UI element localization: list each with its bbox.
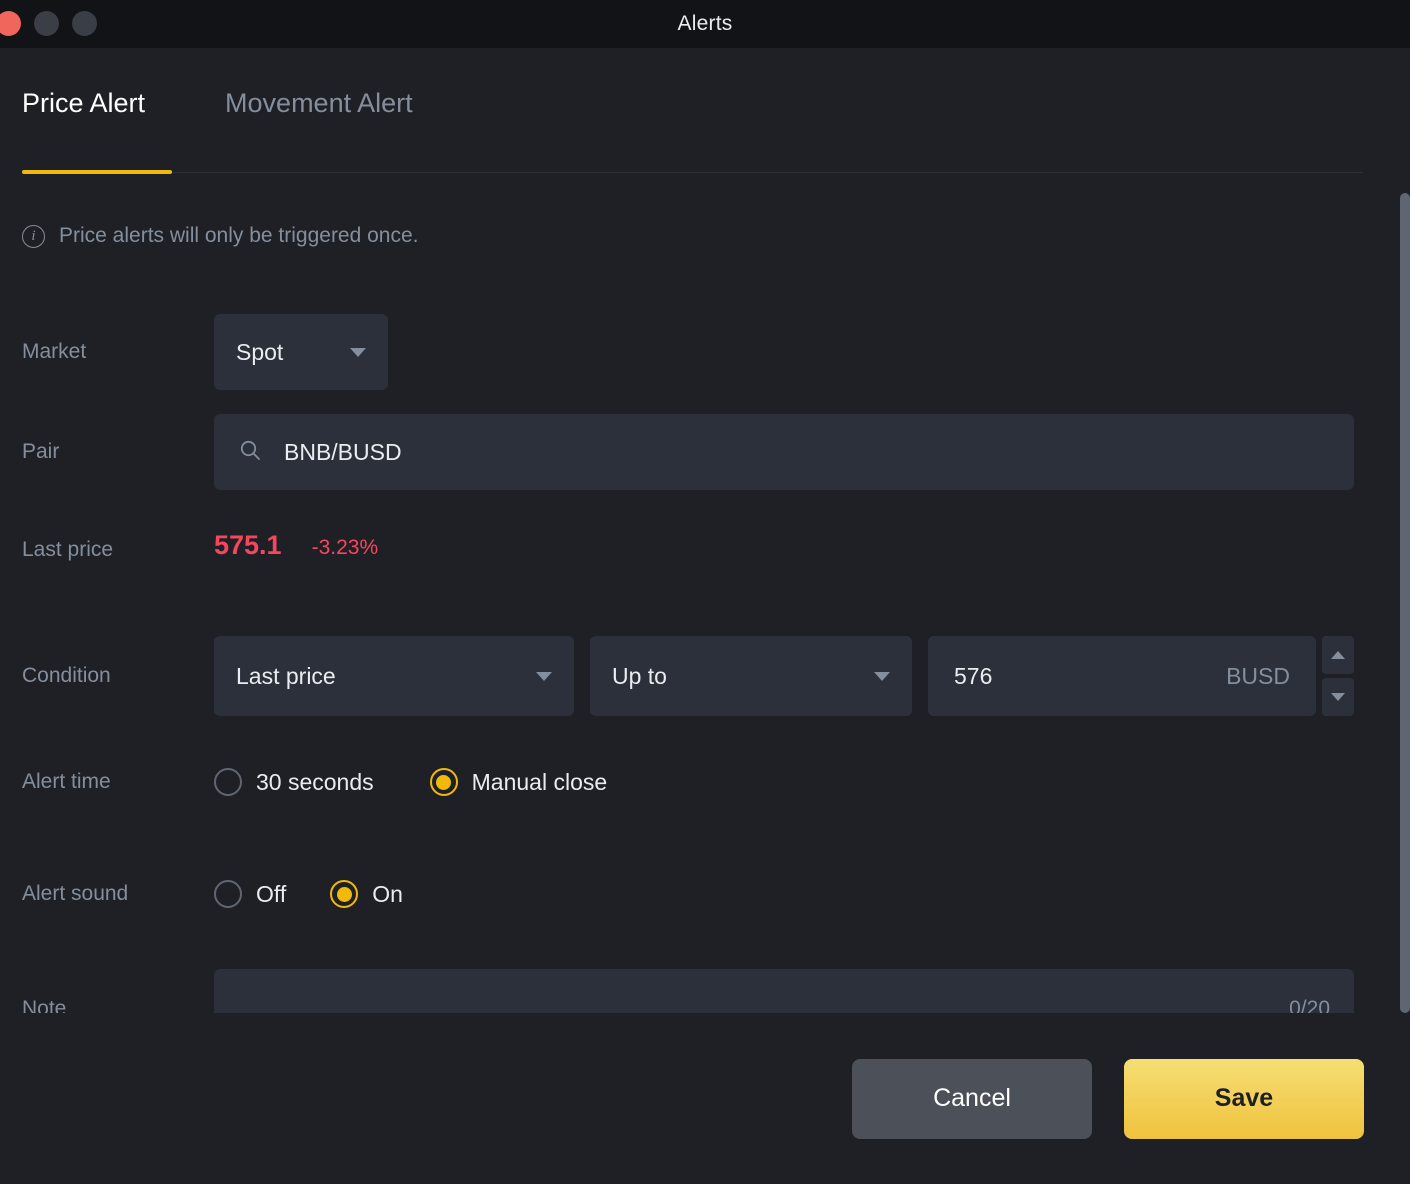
- pair-row: Pair BNB/BUSD: [0, 414, 1410, 490]
- alert-sound-radio-group: Off On: [214, 874, 403, 914]
- market-row: Market Spot: [0, 314, 1410, 390]
- last-price-label: Last price: [22, 538, 114, 561]
- condition-amount-input[interactable]: 576 BUSD: [928, 636, 1316, 716]
- alert-time-option-30-seconds[interactable]: 30 seconds: [214, 768, 374, 796]
- note-row: Note 0/20: [0, 969, 1410, 1014]
- market-label: Market: [22, 340, 87, 363]
- note-character-counter: 0/20: [1289, 997, 1330, 1014]
- condition-type-value: Last price: [236, 662, 336, 689]
- info-icon: i: [22, 224, 45, 248]
- dialog-footer: Cancel Save: [0, 1013, 1410, 1184]
- notice-line: i Price alerts will only be triggered on…: [22, 224, 419, 248]
- last-price-change: -3.23%: [311, 536, 379, 559]
- tab-movement-alert[interactable]: Movement Alert: [225, 90, 413, 121]
- condition-operator-select[interactable]: Up to: [590, 636, 912, 716]
- alert-time-radio-group: 30 seconds Manual close: [214, 762, 607, 802]
- radio-icon[interactable]: [429, 768, 458, 796]
- scrollbar-thumb[interactable]: [1400, 193, 1410, 1013]
- pair-search-input[interactable]: BNB/BUSD: [214, 414, 1354, 490]
- pair-value: BNB/BUSD: [284, 438, 402, 465]
- arrow-down-icon: [1331, 693, 1345, 701]
- market-select-value: Spot: [236, 338, 284, 365]
- arrow-up-icon: [1331, 651, 1345, 659]
- chevron-down-icon: [536, 671, 552, 681]
- radio-icon[interactable]: [214, 880, 242, 908]
- radio-icon[interactable]: [330, 880, 359, 908]
- tab-price-alert[interactable]: Price Alert: [22, 90, 145, 121]
- tab-divider: [22, 172, 1363, 173]
- stepper-increment-button[interactable]: [1322, 636, 1354, 674]
- condition-amount-value: 576: [954, 662, 993, 689]
- radio-icon[interactable]: [214, 768, 242, 796]
- last-price-values: 575.1 -3.23%: [214, 530, 378, 561]
- alert-time-row: Alert time 30 seconds Manual close: [0, 762, 1410, 802]
- tab-bar: Price Alert Movement Alert: [0, 48, 1410, 174]
- alert-time-option-label: Manual close: [471, 768, 608, 795]
- alert-sound-option-on[interactable]: On: [330, 880, 403, 908]
- note-input[interactable]: 0/20: [214, 969, 1354, 1014]
- pair-label: Pair: [22, 440, 60, 463]
- last-price-row: Last price 575.1 -3.23%: [0, 530, 1410, 570]
- alert-sound-option-off[interactable]: Off: [214, 880, 286, 908]
- condition-amount-stepper: [1322, 636, 1354, 716]
- search-icon: [238, 438, 262, 467]
- notice-text: Price alerts will only be triggered once…: [59, 224, 419, 247]
- alert-time-label: Alert time: [22, 770, 111, 793]
- market-select[interactable]: Spot: [214, 314, 388, 390]
- alert-sound-option-label: On: [372, 880, 403, 907]
- condition-row: Condition Last price Up to 576 BUSD: [0, 636, 1410, 716]
- chevron-down-icon: [874, 671, 890, 681]
- window-title: Alerts: [677, 12, 733, 35]
- active-tab-indicator: [22, 170, 172, 174]
- cancel-button[interactable]: Cancel: [852, 1058, 1092, 1139]
- alert-time-option-label: 30 seconds: [256, 768, 374, 795]
- alert-sound-label: Alert sound: [22, 882, 129, 905]
- condition-label: Condition: [22, 664, 111, 687]
- alert-sound-option-label: Off: [256, 880, 287, 907]
- vertical-scrollbar[interactable]: [1400, 174, 1410, 1014]
- condition-operator-value: Up to: [612, 662, 667, 689]
- title-bar: Alerts: [0, 0, 1410, 48]
- alerts-window: Alerts Price Alert Movement Alert i Pric…: [0, 0, 1410, 1184]
- last-price-value: 575.1: [214, 530, 282, 560]
- alert-form-scroll-area: i Price alerts will only be triggered on…: [0, 174, 1410, 1014]
- condition-amount-unit: BUSD: [1226, 662, 1290, 689]
- alert-sound-row: Alert sound Off On: [0, 874, 1410, 914]
- stepper-decrement-button[interactable]: [1322, 678, 1354, 716]
- chevron-down-icon: [350, 347, 366, 357]
- alert-time-option-manual-close[interactable]: Manual close: [429, 768, 608, 796]
- save-button[interactable]: Save: [1124, 1058, 1364, 1139]
- note-label: Note: [22, 997, 67, 1014]
- condition-type-select[interactable]: Last price: [214, 636, 574, 716]
